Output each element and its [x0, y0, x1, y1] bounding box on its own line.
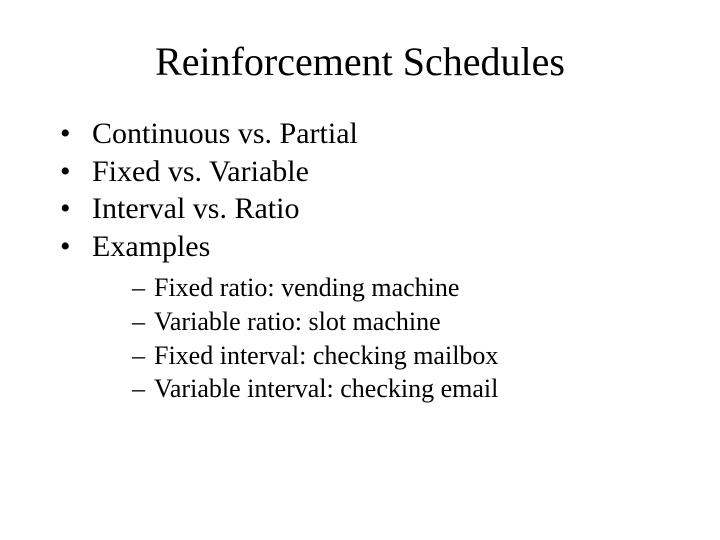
list-item: Examples Fixed ratio: vending machine Va… [60, 228, 720, 407]
list-item: Fixed vs. Variable [60, 153, 720, 191]
bullet-list: Continuous vs. Partial Fixed vs. Variabl… [60, 115, 720, 406]
slide: Reinforcement Schedules Continuous vs. P… [0, 0, 720, 540]
sub-bullet-list: Fixed ratio: vending machine Variable ra… [92, 271, 720, 406]
list-item-text: Variable interval: checking email [154, 374, 498, 403]
list-item: Variable interval: checking email [132, 372, 720, 406]
slide-body: Continuous vs. Partial Fixed vs. Variabl… [0, 115, 720, 406]
list-item-text: Interval vs. Ratio [92, 192, 299, 225]
slide-title: Reinforcement Schedules [0, 0, 720, 115]
list-item-text: Fixed ratio: vending machine [154, 273, 459, 302]
list-item-text: Continuous vs. Partial [92, 117, 358, 150]
list-item: Continuous vs. Partial [60, 115, 720, 153]
list-item-text: Examples [92, 230, 210, 263]
list-item: Variable ratio: slot machine [132, 305, 720, 339]
list-item: Fixed interval: checking mailbox [132, 339, 720, 373]
list-item: Interval vs. Ratio [60, 190, 720, 228]
list-item: Fixed ratio: vending machine [132, 271, 720, 305]
list-item-text: Fixed interval: checking mailbox [154, 341, 498, 370]
list-item-text: Fixed vs. Variable [92, 155, 309, 188]
list-item-text: Variable ratio: slot machine [154, 307, 441, 336]
